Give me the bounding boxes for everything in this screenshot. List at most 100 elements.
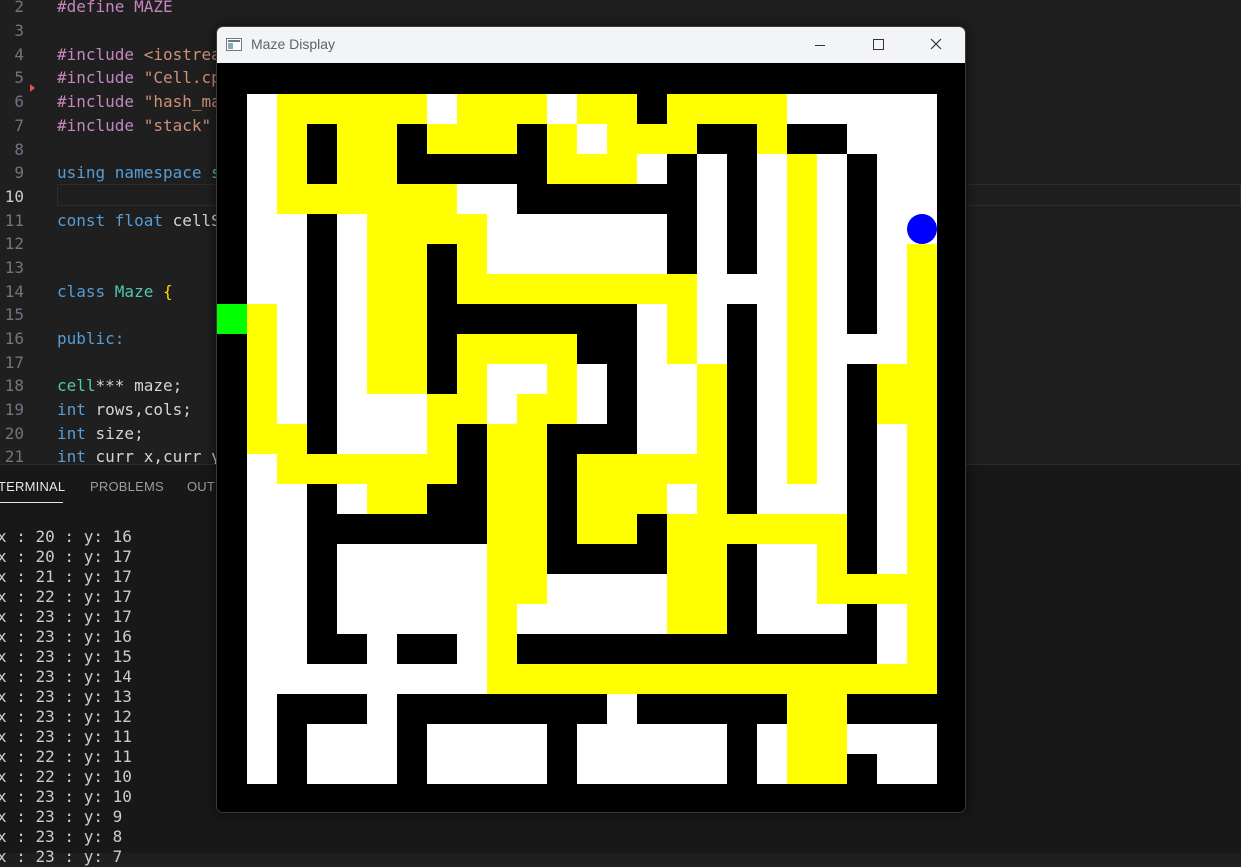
maze-open-cell: [307, 754, 337, 784]
maze-path-cell: [637, 124, 667, 154]
maze-open-cell: [817, 274, 847, 304]
maze-open-cell: [817, 604, 847, 634]
terminal-line: x : 23 : y: 17: [0, 607, 132, 626]
tab-problems[interactable]: PROBLEMS: [90, 479, 164, 494]
maze-path-cell: [367, 454, 397, 484]
maze-path-cell: [487, 664, 517, 694]
maze-display-window[interactable]: Maze Display: [216, 26, 966, 813]
maze-open-cell: [427, 544, 457, 574]
maze-open-cell: [247, 274, 277, 304]
code-token: "Cell.cp: [143, 68, 221, 87]
maze-open-cell: [697, 244, 727, 274]
maze-open-cell: [877, 214, 907, 244]
code-text: int size;: [57, 422, 144, 446]
maze-open-cell: [577, 214, 607, 244]
maze-path-cell: [667, 94, 697, 124]
maze-path-cell: [397, 214, 427, 244]
maze-open-cell: [547, 604, 577, 634]
maze-path-cell: [877, 574, 907, 604]
maze-open-cell: [757, 754, 787, 784]
maze-path-cell: [667, 124, 697, 154]
maze-open-cell: [907, 754, 937, 784]
maze-open-cell: [277, 364, 307, 394]
maximize-button[interactable]: [849, 27, 907, 63]
maze-path-cell: [367, 274, 397, 304]
maze-open-cell: [517, 604, 547, 634]
maze-open-cell: [457, 664, 487, 694]
maze-path-cell: [427, 394, 457, 424]
line-number: 7: [14, 116, 24, 135]
line-number: 3: [14, 21, 24, 40]
code-text: using namespace s: [57, 161, 221, 185]
line-number: 16: [4, 329, 24, 348]
maze-open-cell: [547, 244, 577, 274]
window-app-icon: [226, 38, 242, 51]
maze-open-cell: [487, 394, 517, 424]
maze-open-cell: [697, 214, 727, 244]
maze-path-cell: [907, 424, 937, 454]
maze-open-cell: [367, 724, 397, 754]
maze-open-cell: [577, 124, 607, 154]
maze-open-cell: [907, 724, 937, 754]
maze-open-cell: [277, 604, 307, 634]
maze-open-cell: [577, 604, 607, 634]
code-token: *** maze;: [95, 376, 183, 395]
maze-open-cell: [247, 484, 277, 514]
breakpoint-marker-icon: [30, 84, 35, 92]
maze-open-cell: [877, 454, 907, 484]
maze-open-cell: [877, 604, 907, 634]
maze-open-cell: [277, 484, 307, 514]
maze-open-cell: [757, 244, 787, 274]
code-token: public:: [57, 329, 125, 348]
maze-open-cell: [427, 664, 457, 694]
maze-path-cell: [367, 364, 397, 394]
close-button[interactable]: [907, 27, 965, 63]
maze-path-cell: [907, 334, 937, 364]
window-titlebar[interactable]: Maze Display: [217, 27, 965, 63]
maze-path-cell: [787, 664, 817, 694]
maze-open-cell: [667, 364, 697, 394]
maze-open-cell: [877, 544, 907, 574]
maze-open-cell: [547, 574, 577, 604]
maze-path-cell: [907, 244, 937, 274]
maze-open-cell: [817, 244, 847, 274]
maze-open-cell: [757, 274, 787, 304]
tab-terminal[interactable]: TERMINAL: [0, 479, 65, 494]
tab-output[interactable]: OUT: [187, 479, 215, 494]
maze-open-cell: [247, 604, 277, 634]
minimize-button[interactable]: [791, 27, 849, 63]
maze-path-cell: [367, 94, 397, 124]
maze-path-cell: [577, 484, 607, 514]
maze-open-cell: [817, 364, 847, 394]
maze-open-cell: [427, 94, 457, 124]
code-token: class: [57, 282, 115, 301]
code-token: #include: [57, 116, 144, 135]
maze-path-cell: [517, 334, 547, 364]
maze-path-cell: [367, 484, 397, 514]
maze-open-cell: [787, 574, 817, 604]
maze-path-cell: [487, 544, 517, 574]
maze-path-cell: [697, 94, 727, 124]
maze-open-cell: [337, 274, 367, 304]
maze-path-cell: [367, 334, 397, 364]
maze-open-cell: [277, 634, 307, 664]
maze-path-cell: [277, 124, 307, 154]
maze-open-cell: [457, 754, 487, 784]
line-number: 20: [4, 424, 24, 443]
maze-path-cell: [847, 664, 877, 694]
maze-open-cell: [637, 244, 667, 274]
maze-path-cell: [427, 454, 457, 484]
maze-path-cell: [457, 94, 487, 124]
maze-path-cell: [457, 214, 487, 244]
maze-open-cell: [877, 154, 907, 184]
maze-path-cell: [787, 154, 817, 184]
maze-path-cell: [817, 754, 847, 784]
maze-path-cell: [337, 124, 367, 154]
code-text: #include "stack": [57, 114, 211, 138]
maze-open-cell: [757, 364, 787, 394]
maze-open-cell: [877, 634, 907, 664]
maze-open-cell: [817, 484, 847, 514]
maze-open-cell: [487, 724, 517, 754]
maze-path-cell: [907, 604, 937, 634]
window-title: Maze Display: [251, 36, 336, 52]
